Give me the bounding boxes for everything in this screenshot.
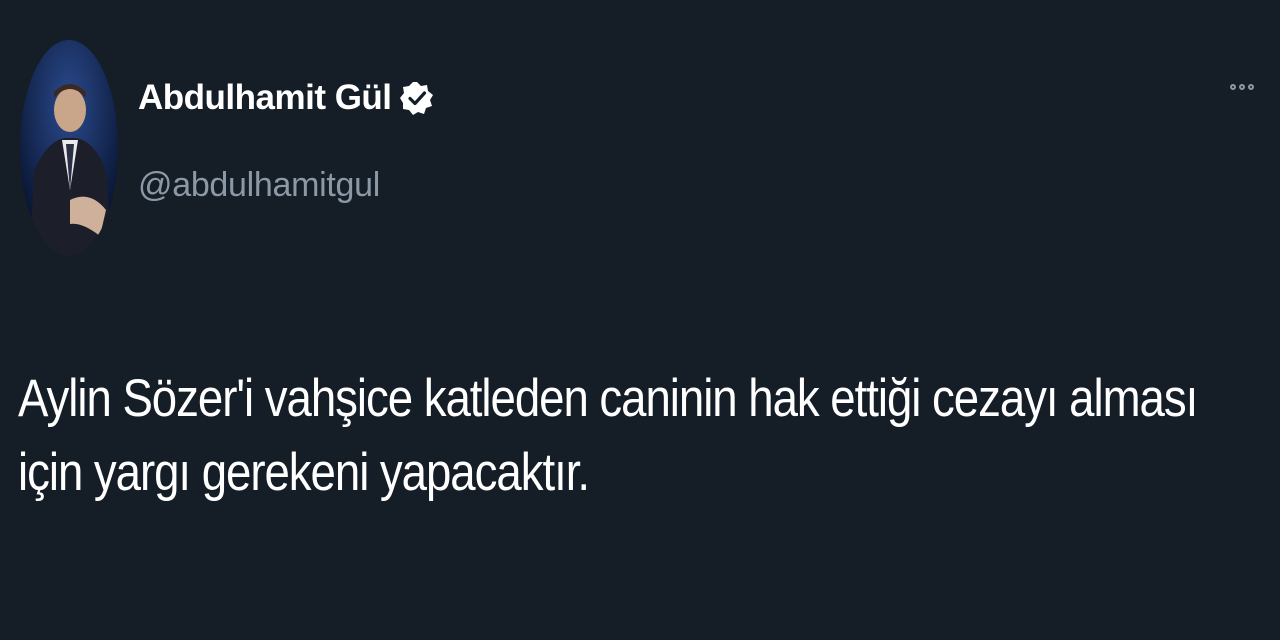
tweet-text: Aylin Sözer'i vahşice katleden caninin h… [18,369,1198,502]
name-row: Abdulhamit Gül [138,78,434,118]
avatar-image [20,40,118,256]
dot-3 [1248,84,1254,90]
author-info: Abdulhamit Gül @abdulhamitgul [138,40,434,205]
tweet-card: Abdulhamit Gül @abdulhamitgul Aylin Söze… [0,0,1280,640]
more-options-icon[interactable] [1230,84,1254,90]
user-handle[interactable]: @abdulhamitgul [138,166,434,205]
verified-badge-icon [399,81,434,115]
display-name[interactable]: Abdulhamit Gül [138,78,392,118]
dot-1 [1230,84,1236,90]
tweet-header: Abdulhamit Gül @abdulhamitgul [20,40,434,256]
avatar[interactable] [20,40,118,256]
dot-2 [1239,84,1245,90]
